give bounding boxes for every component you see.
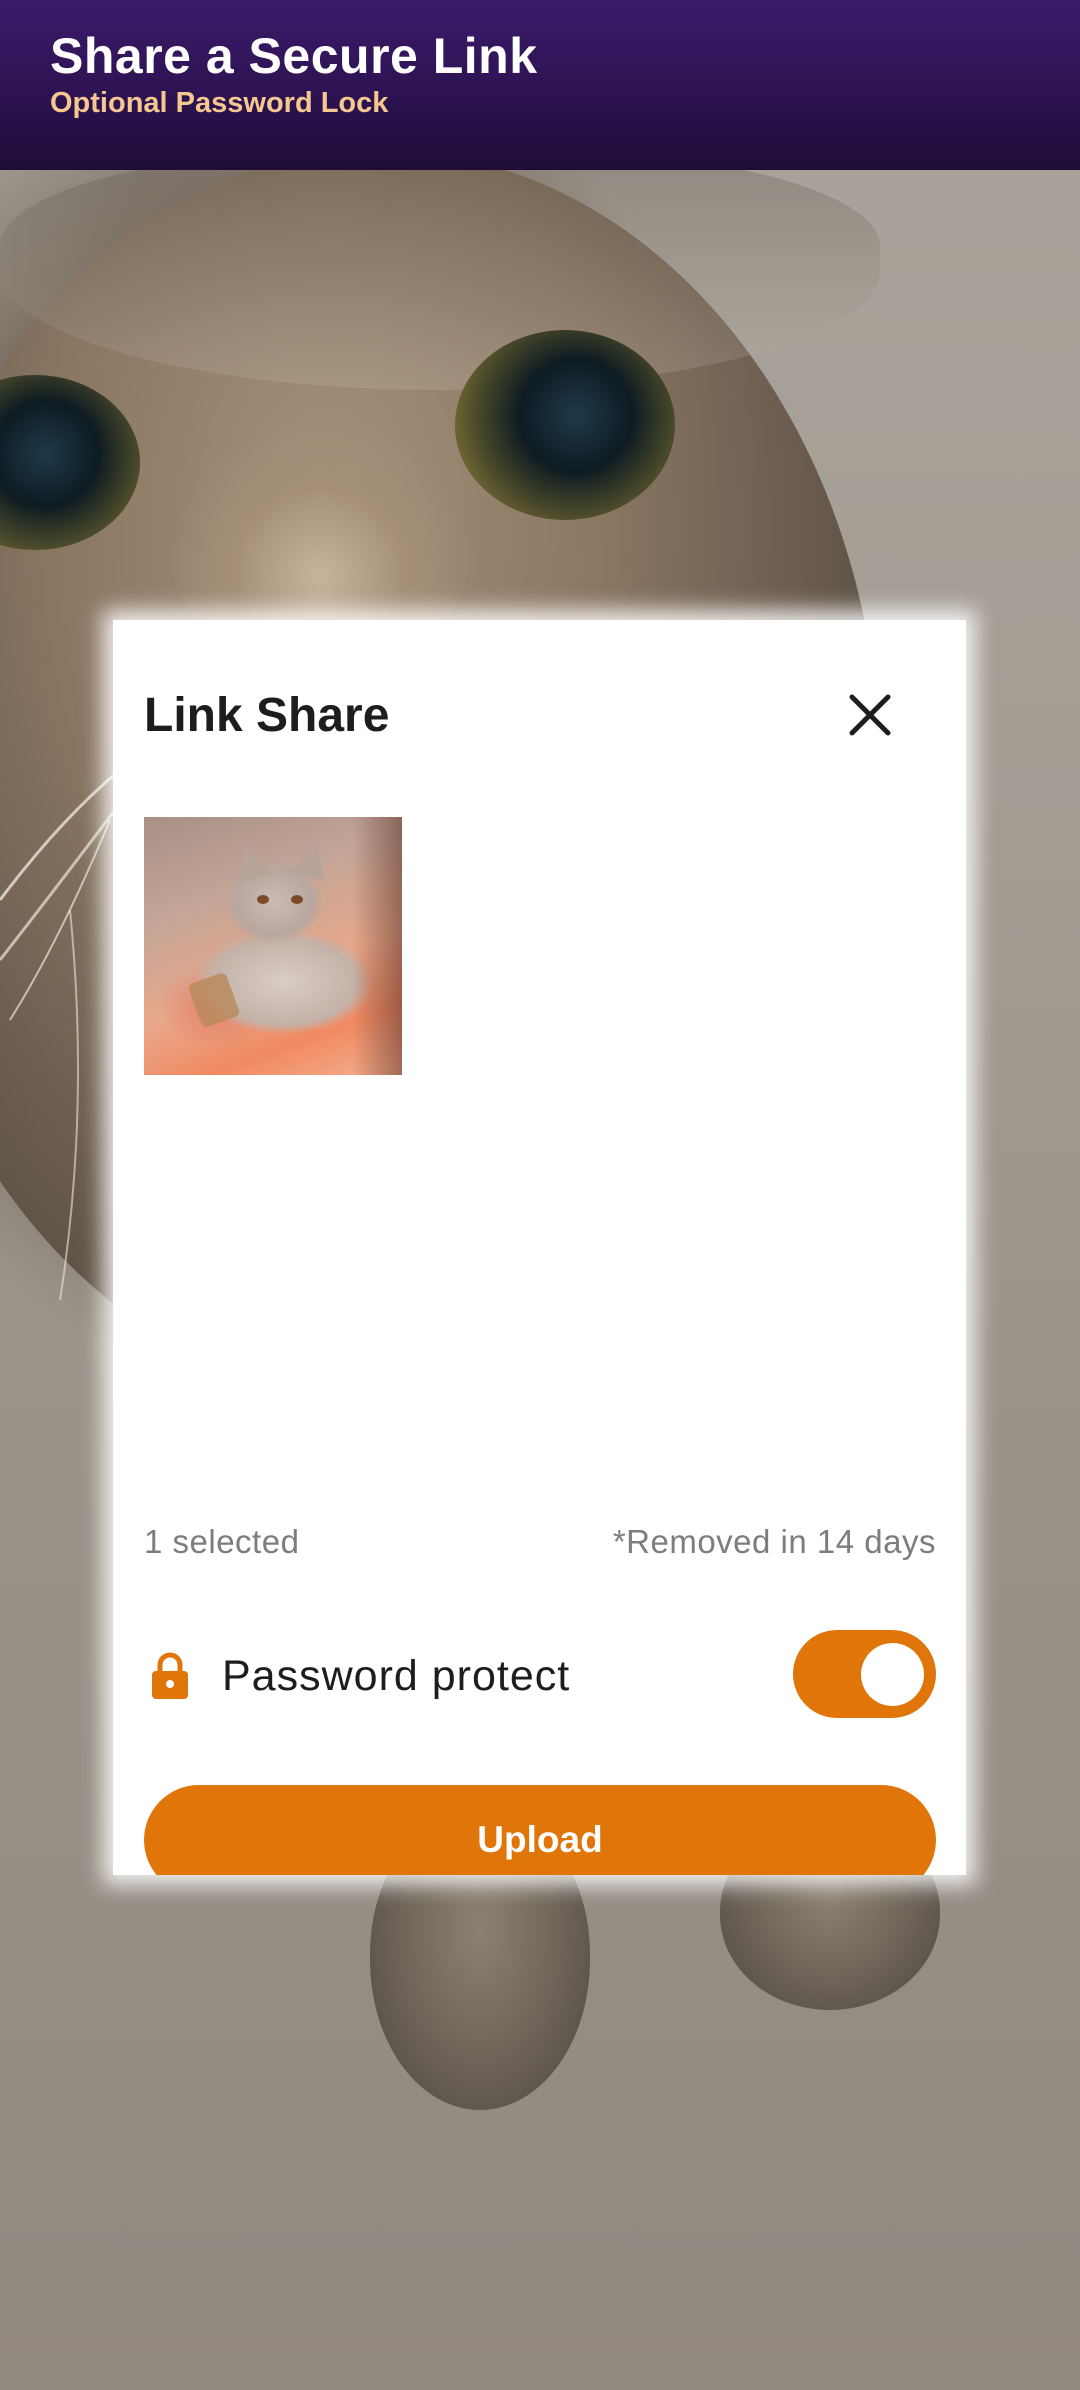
cat-right-eye	[455, 330, 675, 520]
cat-forehead	[0, 150, 880, 390]
password-protect-label: Password protect	[222, 1652, 571, 1700]
password-protect-row: Password protect	[144, 1630, 936, 1720]
link-share-dialog: Link Share 1 selected *Removed in 14 day…	[113, 620, 966, 1875]
password-protect-toggle[interactable]	[793, 1630, 936, 1718]
selected-count: 1 selected	[144, 1523, 300, 1560]
removal-note: *Removed in 14 days	[612, 1523, 936, 1560]
upload-button[interactable]: Upload	[144, 1785, 936, 1875]
kitten-eye	[257, 895, 269, 904]
thumbnail-shadow	[352, 817, 402, 1075]
close-button[interactable]	[835, 680, 905, 750]
kitten-eye	[291, 895, 303, 904]
kitten-ear	[290, 838, 334, 882]
kitten-ear	[228, 840, 272, 884]
dialog-title: Link Share	[144, 689, 390, 742]
lock-icon	[152, 1652, 188, 1699]
selected-photo-thumbnail[interactable]	[144, 817, 402, 1075]
header-title: Share a Secure Link	[50, 28, 538, 84]
yarn-toy	[187, 971, 241, 1029]
header-subtitle: Optional Password Lock	[50, 87, 389, 119]
toggle-knob	[861, 1643, 924, 1706]
app-header: Share a Secure Link Optional Password Lo…	[0, 0, 1080, 170]
close-icon	[849, 694, 891, 736]
